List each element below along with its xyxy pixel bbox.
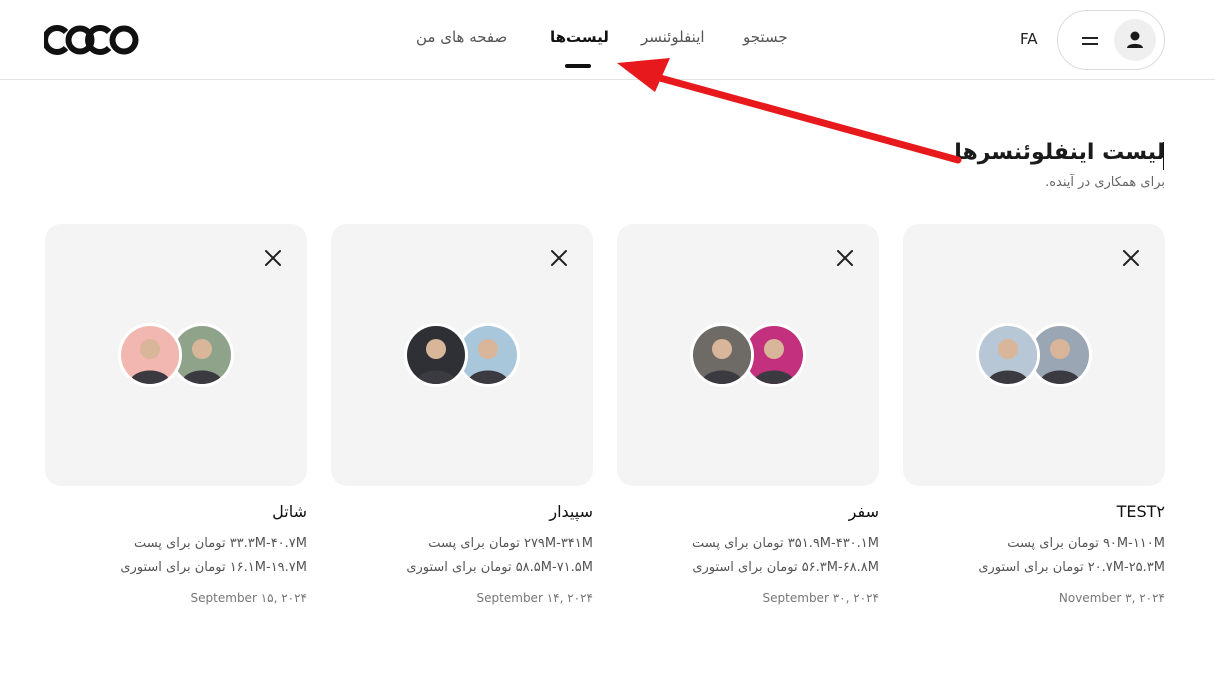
influencer-avatars — [976, 323, 1092, 387]
list-date: September ۱۵, ۲۰۲۴ — [190, 591, 307, 605]
avatar — [118, 323, 182, 387]
list-date: September ۱۴, ۲۰۲۴ — [476, 591, 593, 605]
post-price-range: ۹۰M-۱۱۰M تومان برای پست — [1007, 536, 1165, 551]
top-header: جستجو اینفلوئنسر لیست‌ها صفحه های من FA — [0, 0, 1215, 80]
story-price-range: ۵۸.۵M-۷۱.۵M تومان برای استوری — [406, 560, 593, 575]
list-date: November ۳, ۲۰۲۴ — [1058, 591, 1165, 605]
card-image-area[interactable] — [331, 224, 593, 486]
text-cursor — [1163, 142, 1164, 170]
user-menu-button[interactable] — [1057, 10, 1165, 70]
close-icon[interactable] — [833, 246, 857, 270]
coco-logo[interactable] — [44, 24, 140, 56]
nav-influencer[interactable]: اینفلوئنسر — [641, 28, 705, 46]
avatar — [690, 323, 754, 387]
card-image-area[interactable] — [45, 224, 307, 486]
post-price-range: ۳۵۱.۹M-۴۳۰.۱M تومان برای پست — [691, 536, 879, 551]
card-image-area[interactable] — [617, 224, 879, 486]
close-icon[interactable] — [261, 246, 285, 270]
story-price-range: ۵۶.۳M-۶۸.۸M تومان برای استوری — [692, 560, 879, 575]
page-title: لیست اینفلوئنسرها — [954, 140, 1165, 165]
post-price-range: ۳۳.۳M-۴۰.۷M تومان برای پست — [133, 536, 307, 551]
active-tab-indicator — [565, 64, 591, 68]
avatar — [976, 323, 1040, 387]
list-name[interactable]: شاتل — [272, 502, 307, 521]
influencer-avatars — [690, 323, 806, 387]
close-icon[interactable] — [547, 246, 571, 270]
avatar — [404, 323, 468, 387]
card-image-area[interactable] — [903, 224, 1165, 486]
language-switch[interactable]: FA — [1020, 30, 1038, 48]
page-subtitle: برای همکاری در آینده. — [1045, 175, 1165, 190]
nav-lists[interactable]: لیست‌ها — [550, 28, 609, 46]
influencer-avatars — [118, 323, 234, 387]
nav-search[interactable]: جستجو — [743, 28, 788, 46]
list-name[interactable]: سفر — [849, 502, 879, 521]
story-price-range: ۲۰.۷M-۲۵.۳M تومان برای استوری — [978, 560, 1165, 575]
list-name[interactable]: سپیدار — [549, 502, 593, 521]
influencer-avatars — [404, 323, 520, 387]
list-name[interactable]: TEST۲ — [1117, 502, 1165, 521]
story-price-range: ۱۶.۱M-۱۹.۷M تومان برای استوری — [120, 560, 307, 575]
list-date: September ۳۰, ۲۰۲۴ — [762, 591, 879, 605]
nav-my-pages[interactable]: صفحه های من — [416, 28, 507, 46]
user-icon — [1114, 19, 1156, 61]
hamburger-icon — [1082, 35, 1098, 47]
close-icon[interactable] — [1119, 246, 1143, 270]
post-price-range: ۲۷۹M-۳۴۱M تومان برای پست — [428, 536, 593, 551]
